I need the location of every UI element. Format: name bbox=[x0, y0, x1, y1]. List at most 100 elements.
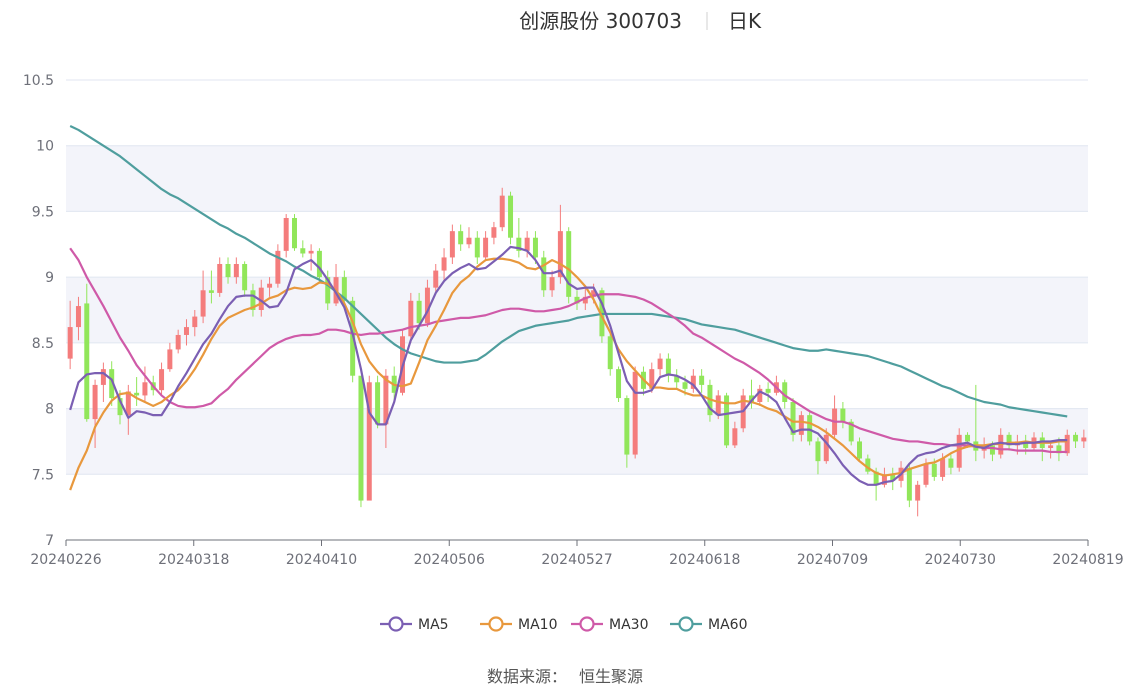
chart-header: 创源股份 300703 日K bbox=[519, 9, 762, 33]
x-axis: 20240226 20240318 20240410 20240506 20240527… bbox=[30, 539, 1124, 568]
candle[interactable] bbox=[474, 231, 480, 264]
candle-body bbox=[183, 327, 189, 335]
candle-body bbox=[375, 382, 381, 425]
candle-body bbox=[408, 300, 414, 337]
data-source: 数据来源： 恒生聚源 bbox=[487, 667, 643, 686]
candle-body bbox=[159, 369, 165, 391]
x-tick-label: 20240506 bbox=[414, 552, 485, 568]
candle-body bbox=[931, 463, 937, 477]
candle[interactable] bbox=[358, 375, 364, 508]
candle-body bbox=[134, 392, 140, 396]
candle-body bbox=[225, 264, 231, 278]
grid-band bbox=[66, 145, 1088, 212]
candle[interactable] bbox=[458, 224, 464, 251]
candle-body bbox=[682, 382, 688, 389]
candle[interactable] bbox=[690, 369, 696, 393]
legend[interactable]: MA5 MA10 MA30 MA60 bbox=[380, 616, 747, 633]
candle-body bbox=[532, 237, 538, 258]
legend-marker bbox=[678, 616, 694, 632]
candle[interactable] bbox=[292, 214, 297, 251]
x-tick-label: 20240410 bbox=[286, 552, 357, 568]
candle[interactable] bbox=[807, 411, 813, 446]
candle-body bbox=[483, 237, 489, 258]
legend-label: MA5 bbox=[418, 617, 449, 633]
kline-chart: 创源股份 300703 日K 7 7.5 8 8.5 9 9.5 10 10.5 202402… bbox=[23, 9, 1124, 686]
candle-body bbox=[283, 218, 289, 251]
candle[interactable] bbox=[832, 395, 838, 438]
candle[interactable] bbox=[757, 384, 763, 406]
candle[interactable] bbox=[915, 480, 921, 517]
candle-body bbox=[798, 415, 804, 435]
candle[interactable] bbox=[333, 264, 339, 307]
candle[interactable] bbox=[632, 366, 638, 459]
candle[interactable] bbox=[674, 369, 680, 389]
candle[interactable] bbox=[483, 231, 489, 262]
candle-body bbox=[217, 264, 223, 293]
candle-body bbox=[208, 290, 214, 293]
candle[interactable] bbox=[616, 366, 622, 402]
candle[interactable] bbox=[84, 283, 90, 422]
candle-body bbox=[906, 467, 912, 501]
candle-body bbox=[624, 398, 630, 455]
x-tick-label: 20240819 bbox=[1052, 552, 1123, 568]
candle[interactable] bbox=[466, 227, 472, 249]
candle[interactable] bbox=[275, 244, 281, 288]
candle-body bbox=[965, 434, 971, 442]
legend-marker bbox=[388, 616, 404, 632]
candle[interactable] bbox=[508, 191, 514, 245]
candle[interactable] bbox=[699, 369, 705, 393]
candle[interactable] bbox=[765, 382, 771, 402]
legend-item-ma10[interactable]: MA10 bbox=[480, 616, 557, 633]
candle[interactable] bbox=[491, 221, 497, 245]
source-name: 恒生聚源 bbox=[579, 667, 643, 686]
candle-body bbox=[915, 484, 921, 501]
legend-item-ma30[interactable]: MA30 bbox=[571, 616, 648, 633]
candle[interactable] bbox=[134, 377, 140, 406]
candle[interactable] bbox=[449, 224, 455, 264]
candle[interactable] bbox=[607, 332, 613, 376]
candle-body bbox=[665, 358, 671, 376]
candle[interactable] bbox=[665, 353, 671, 383]
x-tick-label: 20240709 bbox=[797, 552, 868, 568]
y-axis: 7 7.5 8 8.5 9 9.5 10 10.5 bbox=[23, 73, 54, 549]
legend-item-ma60[interactable]: MA60 bbox=[670, 616, 747, 633]
chart-title: 创源股份 300703 bbox=[519, 9, 682, 33]
candle-body bbox=[308, 250, 314, 254]
candle[interactable] bbox=[100, 362, 106, 402]
candle-body bbox=[923, 463, 929, 485]
candle-body bbox=[1081, 437, 1087, 442]
candle[interactable] bbox=[300, 240, 306, 258]
candle-body bbox=[292, 218, 297, 249]
candle-body bbox=[857, 441, 862, 459]
candle[interactable] bbox=[308, 244, 314, 271]
candle[interactable] bbox=[167, 342, 173, 372]
candle[interactable] bbox=[566, 227, 572, 304]
candle[interactable] bbox=[159, 362, 165, 396]
x-tick-label: 20240618 bbox=[669, 552, 740, 568]
candle-body bbox=[732, 428, 738, 446]
candle-body bbox=[940, 458, 946, 477]
candle-body bbox=[607, 336, 613, 370]
candle-body bbox=[549, 277, 555, 291]
candle[interactable] bbox=[283, 214, 289, 258]
candle-body bbox=[616, 369, 622, 399]
candle-body bbox=[1064, 434, 1070, 454]
candle[interactable] bbox=[724, 392, 730, 448]
legend-item-ma5[interactable]: MA5 bbox=[380, 616, 449, 633]
candle-body bbox=[474, 237, 480, 258]
candle[interactable] bbox=[441, 248, 447, 280]
candle-body bbox=[67, 327, 73, 359]
candle-body bbox=[449, 231, 455, 258]
x-tick-label: 20240226 bbox=[30, 552, 101, 568]
source-label: 数据来源： bbox=[487, 667, 567, 686]
candle-body bbox=[782, 382, 788, 402]
y-tick-label: 10 bbox=[36, 139, 54, 155]
chart-period[interactable]: 日K bbox=[728, 9, 762, 33]
candle[interactable] bbox=[657, 353, 663, 376]
candle-body bbox=[807, 415, 813, 442]
y-tick-label: 8.5 bbox=[32, 336, 54, 352]
candle[interactable] bbox=[366, 375, 372, 501]
candle[interactable] bbox=[516, 218, 522, 258]
y-tick-label: 9.5 bbox=[32, 204, 54, 220]
candle[interactable] bbox=[217, 257, 223, 297]
